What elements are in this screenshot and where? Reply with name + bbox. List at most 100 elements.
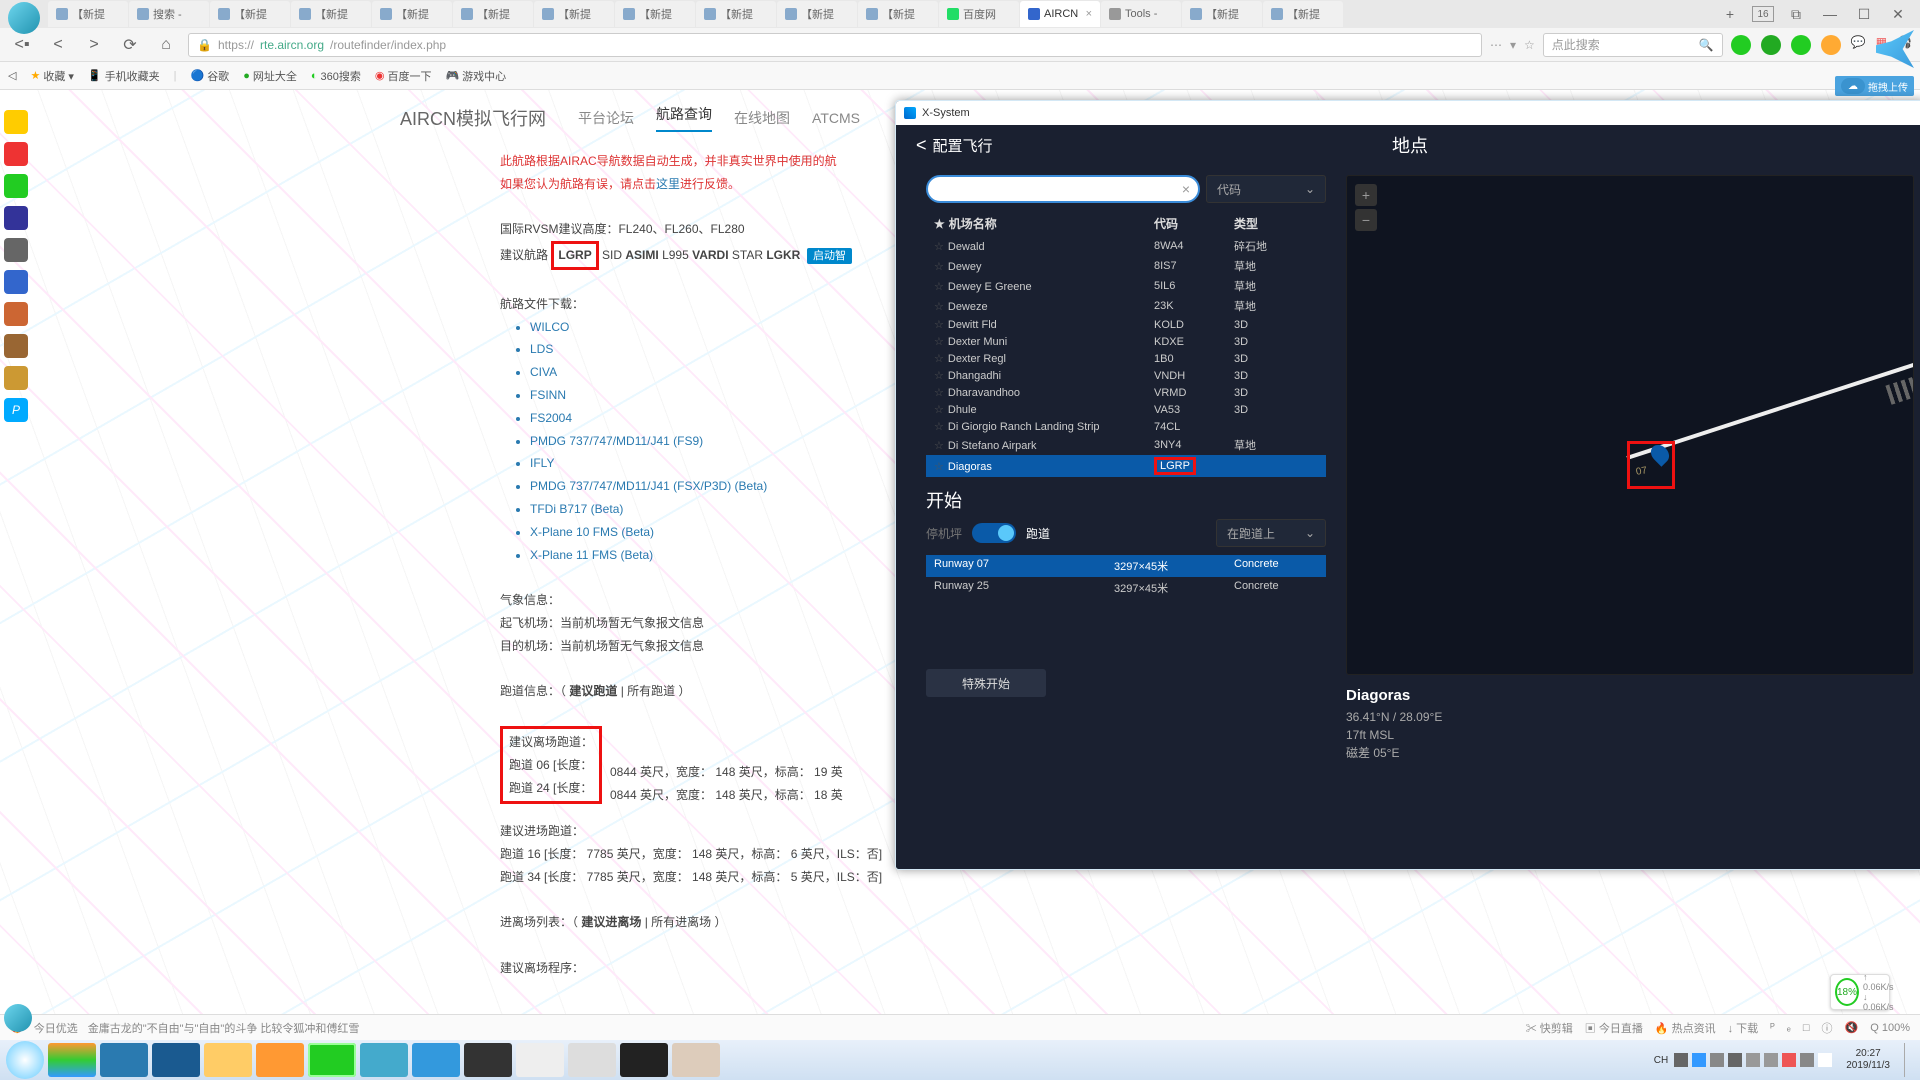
- ext-icon[interactable]: [1731, 35, 1751, 55]
- tray-icon[interactable]: [1746, 1053, 1760, 1067]
- tray-icon[interactable]: [1728, 1053, 1742, 1067]
- search-mode-dropdown[interactable]: 代码⌄: [1206, 175, 1326, 203]
- status-downloads[interactable]: ↓ 下载: [1728, 1020, 1759, 1036]
- airport-row[interactable]: ☆Di Stefano Airpark3NY4草地: [926, 435, 1326, 455]
- sidebar-icon[interactable]: [4, 238, 28, 262]
- status-item[interactable]: ✂ 快剪辑: [1526, 1020, 1573, 1036]
- back-label[interactable]: 配置飞行: [933, 135, 993, 156]
- airport-row[interactable]: ☆DhuleVA533D: [926, 401, 1326, 418]
- menu-icon[interactable]: ⋯: [1490, 38, 1502, 52]
- bookmark-item[interactable]: ●网址大全: [243, 68, 297, 84]
- dropdown-icon[interactable]: ▾: [1510, 38, 1516, 52]
- airport-row[interactable]: ☆DiagorasLGRP: [926, 455, 1326, 477]
- taskbar-explorer-icon[interactable]: [204, 1043, 252, 1077]
- ime-indicator[interactable]: CH: [1654, 1055, 1668, 1066]
- browser-tab-active[interactable]: AIRCN×: [1020, 1, 1100, 27]
- taskbar-browser-icon[interactable]: [308, 1043, 356, 1077]
- maximize-icon[interactable]: ☐: [1852, 4, 1876, 24]
- status-icon[interactable]: ⓘ: [1822, 1020, 1833, 1036]
- close-icon[interactable]: ×: [1086, 8, 1092, 20]
- taskbar-xplane-icon[interactable]: [620, 1043, 668, 1077]
- xsystem-titlebar[interactable]: X-System: [896, 101, 1920, 125]
- tray-icon[interactable]: [1782, 1053, 1796, 1067]
- taskbar-ie-icon[interactable]: [152, 1043, 200, 1077]
- sidebar-icon[interactable]: [4, 174, 28, 198]
- taskbar-notepad-icon[interactable]: [568, 1043, 616, 1077]
- browser-tab[interactable]: 【新提: [291, 1, 371, 27]
- browser-tab[interactable]: 【新提: [534, 1, 614, 27]
- airport-row[interactable]: ☆Di Giorgio Ranch Landing Strip74CL: [926, 418, 1326, 435]
- download-link[interactable]: X-Plane 11 FMS (Beta): [530, 544, 900, 567]
- browser-tab[interactable]: Tools -: [1101, 1, 1181, 27]
- tab-count-badge[interactable]: 16: [1752, 6, 1774, 22]
- ext-icon[interactable]: [1791, 35, 1811, 55]
- status-volume-icon[interactable]: 🔇: [1845, 1021, 1859, 1034]
- taskbar-clock[interactable]: 20:272019/11/3: [1838, 1048, 1898, 1072]
- restore-icon[interactable]: ⧉: [1784, 4, 1808, 24]
- history-icon[interactable]: <▪: [8, 31, 36, 59]
- status-icon[interactable]: ₑ: [1787, 1022, 1791, 1034]
- runway-row[interactable]: Runway 073297×45米Concrete: [926, 555, 1326, 577]
- browser-tab[interactable]: 【新提: [1182, 1, 1262, 27]
- browser-tab[interactable]: 【新提: [615, 1, 695, 27]
- sidebar-icon[interactable]: [4, 270, 28, 294]
- bookmark-item[interactable]: ◐360搜索: [311, 68, 361, 84]
- bookmark-item[interactable]: 🎮游戏中心: [445, 68, 506, 84]
- network-speed-badge[interactable]: 18% ↑ 0.06K/s↓ 0.06K/s: [1830, 974, 1890, 1010]
- tray-volume-icon[interactable]: [1818, 1053, 1832, 1067]
- minimize-icon[interactable]: —: [1818, 4, 1842, 24]
- download-link[interactable]: PMDG 737/747/MD11/J41 (FSX/P3D) (Beta): [530, 475, 900, 498]
- download-link[interactable]: PMDG 737/747/MD11/J41 (FS9): [530, 430, 900, 453]
- taskbar-media-icon[interactable]: [256, 1043, 304, 1077]
- new-tab-button[interactable]: +: [1718, 4, 1742, 24]
- back-icon[interactable]: <: [916, 135, 927, 156]
- bookmark-item[interactable]: 📱手机收藏夹: [88, 68, 160, 84]
- shield-icon[interactable]: [1821, 35, 1841, 55]
- chat-icon[interactable]: 💬: [1851, 35, 1866, 55]
- nav-online-map[interactable]: 在线地图: [734, 108, 790, 128]
- back-button[interactable]: <: [44, 31, 72, 59]
- sidebar-icon[interactable]: P: [4, 398, 28, 422]
- airport-search-input[interactable]: ×: [926, 175, 1200, 203]
- show-desktop-button[interactable]: [1904, 1043, 1914, 1077]
- close-window-icon[interactable]: ✕: [1886, 4, 1910, 24]
- airport-row[interactable]: ☆Dewey8IS7草地: [926, 256, 1326, 276]
- nav-route-query[interactable]: 航路查询: [656, 104, 712, 132]
- runway-position-dropdown[interactable]: 在跑道上⌄: [1216, 519, 1326, 547]
- download-link[interactable]: FS2004: [530, 407, 900, 430]
- home-button[interactable]: ⌂: [152, 31, 180, 59]
- tray-icon[interactable]: [1764, 1053, 1778, 1067]
- browser-tab[interactable]: 【新提: [858, 1, 938, 27]
- zoom-in-button[interactable]: +: [1355, 184, 1377, 206]
- taskbar-paint-icon[interactable]: [672, 1043, 720, 1077]
- download-link[interactable]: TFDi B717 (Beta): [530, 498, 900, 521]
- status-today[interactable]: 今日优选: [34, 1020, 78, 1036]
- ramp-runway-toggle[interactable]: [972, 523, 1016, 543]
- browser-tab[interactable]: 搜索 -: [129, 1, 209, 27]
- bookmark-item[interactable]: ★收藏 ▾: [30, 68, 73, 84]
- status-news[interactable]: 金庸古龙的"不自由"与"自由"的斗争 比较令狐冲和傅红雪: [88, 1020, 360, 1036]
- browser-tab[interactable]: 【新提: [372, 1, 452, 27]
- forward-button[interactable]: >: [80, 31, 108, 59]
- search-icon[interactable]: 🔍: [1699, 38, 1714, 52]
- nav-atcms[interactable]: ATCMS: [812, 110, 860, 126]
- sidebar-icon[interactable]: [4, 366, 28, 390]
- bookmark-expand-icon[interactable]: ◁: [8, 69, 16, 82]
- status-item[interactable]: ▣ 今日直播: [1585, 1020, 1643, 1036]
- status-zoom[interactable]: Q 100%: [1870, 1022, 1910, 1034]
- taskbar-app-icon[interactable]: [360, 1043, 408, 1077]
- runway-row[interactable]: Runway 253297×45米Concrete: [926, 577, 1326, 599]
- sidebar-icon[interactable]: [4, 206, 28, 230]
- airport-row[interactable]: ☆Deweze23K草地: [926, 296, 1326, 316]
- taskbar-app-icon[interactable]: [412, 1043, 460, 1077]
- taskbar-app-icon[interactable]: [464, 1043, 512, 1077]
- zoom-out-button[interactable]: −: [1355, 209, 1377, 231]
- download-link[interactable]: X-Plane 10 FMS (Beta): [530, 521, 900, 544]
- download-link[interactable]: CIVA: [530, 361, 900, 384]
- taskbar-app-icon[interactable]: [48, 1043, 96, 1077]
- download-link[interactable]: FSINN: [530, 384, 900, 407]
- sidebar-icon[interactable]: [4, 302, 28, 326]
- airport-row[interactable]: ☆Dexter MuniKDXE3D: [926, 333, 1326, 350]
- start-smart-button[interactable]: 启动智: [807, 248, 852, 264]
- browser-tab[interactable]: 【新提: [210, 1, 290, 27]
